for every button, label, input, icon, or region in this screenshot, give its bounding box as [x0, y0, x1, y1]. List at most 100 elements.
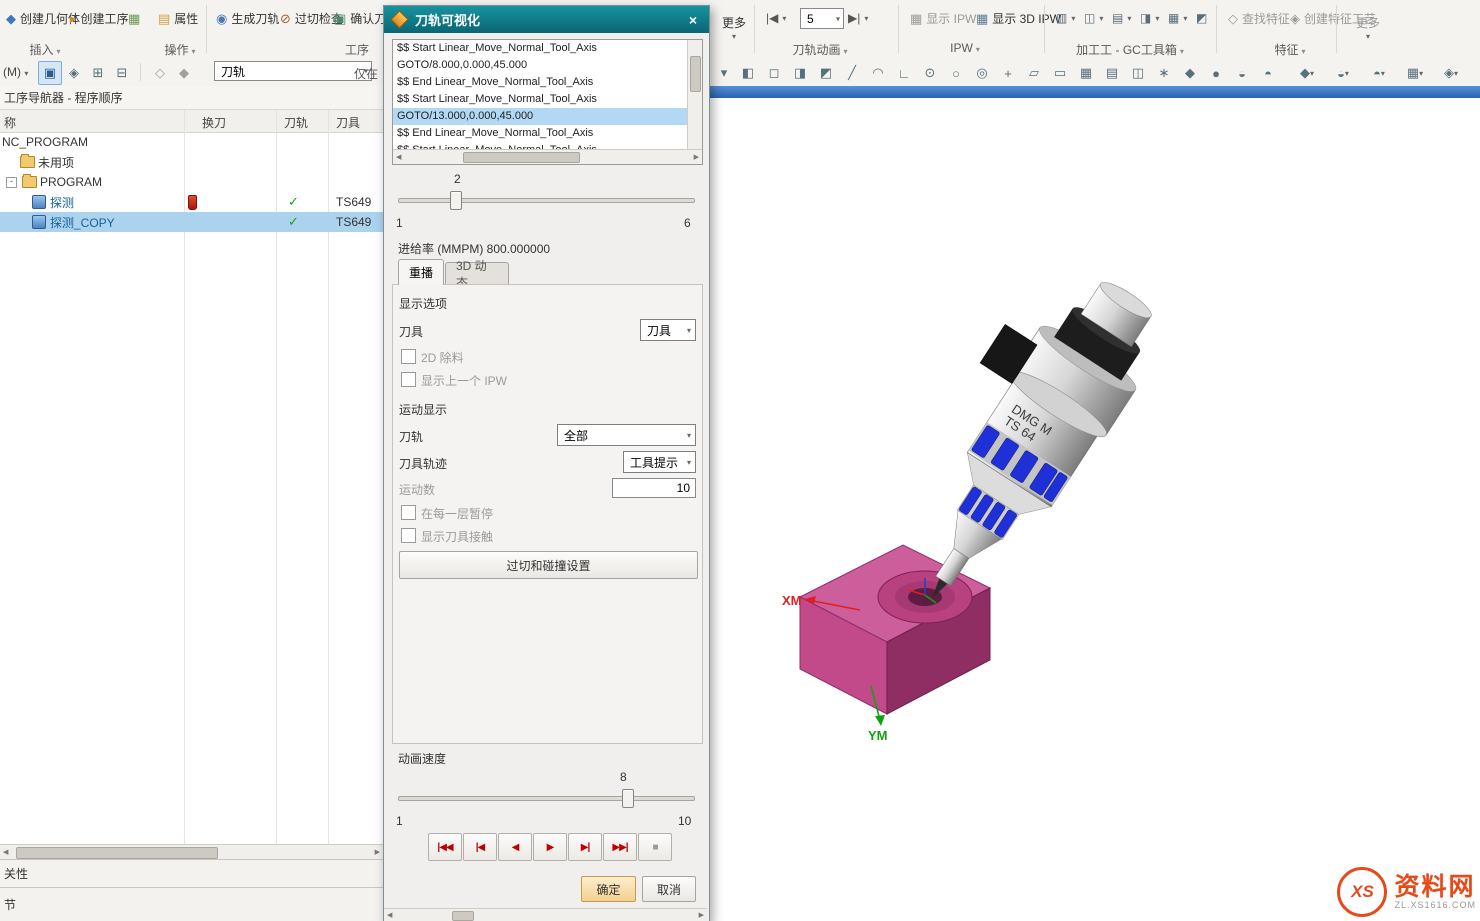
- scroll-left-icon[interactable]: ◀: [3, 848, 8, 856]
- gcode-line[interactable]: $$ End Linear_Move_Normal_Tool_Axis: [393, 125, 702, 142]
- expander-icon[interactable]: -: [6, 177, 17, 188]
- tab-replay[interactable]: 重播: [398, 259, 444, 285]
- ipw-group-label[interactable]: IPW▾: [930, 41, 1000, 55]
- column-toolpath[interactable]: 刀轨: [284, 114, 308, 131]
- profile-tool-icon[interactable]: ▱: [1022, 61, 1046, 85]
- scroll-right-icon[interactable]: ▶: [375, 848, 380, 856]
- view-options-caret-icon[interactable]: ▾: [712, 61, 736, 85]
- operations-group-label[interactable]: 工序: [322, 41, 392, 58]
- snap-center-icon[interactable]: ◎: [970, 61, 994, 85]
- generate-toolpath-button[interactable]: ◉生成刀轨: [212, 5, 283, 31]
- properties-button[interactable]: ▤属性: [154, 5, 202, 31]
- face-analysis-view-icon[interactable]: ◩: [814, 61, 838, 85]
- menu-button[interactable]: (M) ▾: [3, 65, 28, 79]
- navigator-hscrollbar[interactable]: ◀ ▶: [0, 844, 383, 860]
- shaded-edges-view-icon[interactable]: ◨: [788, 61, 812, 85]
- operation-group-label[interactable]: 操作▾: [145, 41, 215, 58]
- arc-tool-icon[interactable]: ◠: [866, 61, 890, 85]
- quick-pick-icon[interactable]: +: [996, 61, 1020, 85]
- gc-toolbox-button-4[interactable]: ◨▾: [1136, 5, 1163, 31]
- tree-row-probe[interactable]: 探测 ✓ TS649: [0, 192, 383, 212]
- pause-each-level-checkbox[interactable]: [401, 505, 416, 520]
- column-tool-change[interactable]: 换刀: [202, 114, 226, 131]
- collision-settings-button[interactable]: 过切和碰撞设置: [399, 551, 698, 579]
- scroll-right-icon[interactable]: ▶: [699, 911, 704, 919]
- collapse-tree-icon[interactable]: ⊟: [110, 61, 134, 85]
- polyline-tool-icon[interactable]: ∟: [892, 61, 916, 85]
- machining-3d-scene[interactable]: DMG M TS 64 XM YM: [708, 98, 1480, 921]
- details-pane[interactable]: 节: [0, 887, 383, 921]
- step-forward-button[interactable]: ▶|: [568, 833, 602, 861]
- gallery-button[interactable]: ▦: [124, 5, 144, 31]
- gcode-line[interactable]: GOTO/8.000,0.000,45.000: [393, 57, 702, 74]
- tab-3d-dynamic[interactable]: 3D 动态: [445, 262, 509, 285]
- column-name[interactable]: 称: [4, 114, 16, 131]
- gc-toolbox-button-2[interactable]: ◫▾: [1080, 5, 1107, 31]
- shading-dropdown-icon[interactable]: ◒▾: [1326, 61, 1360, 85]
- find-feature-button[interactable]: ◇查找特征: [1224, 5, 1294, 31]
- gc-toolbox-button-6[interactable]: ◩: [1192, 5, 1211, 31]
- expand-tree-icon[interactable]: ⊞: [86, 61, 110, 85]
- gcode-line[interactable]: $$ Start Linear_Move_Normal_Tool_Axis: [393, 91, 702, 108]
- preferences-dropdown-icon[interactable]: ◈▾: [1434, 61, 1468, 85]
- scrollbar-thumb[interactable]: [16, 847, 218, 859]
- stop-button[interactable]: ■: [638, 833, 672, 861]
- step-back-button[interactable]: |◀: [463, 833, 497, 861]
- gc-toolbox-group-label[interactable]: 加工工 - GC工具箱▾: [1050, 41, 1210, 58]
- toolpath-display-dropdown[interactable]: 全部▾: [557, 424, 696, 446]
- anim-step-back-button[interactable]: |◀▾: [762, 5, 790, 31]
- scrollbar-thumb[interactable]: [690, 56, 701, 92]
- dialog-titlebar[interactable]: 刀轨可视化 ×: [384, 6, 709, 33]
- dialog-hscrollbar[interactable]: ◀ ▶: [384, 908, 707, 921]
- dependencies-pane[interactable]: 关性: [0, 859, 383, 887]
- insert-group-label[interactable]: 插入▾: [10, 41, 80, 58]
- tool-display-dropdown[interactable]: 刀具▾: [640, 319, 696, 341]
- show-ipw-button[interactable]: ▦显示 IPW: [906, 5, 980, 31]
- more-left-button[interactable]: 更多▾: [712, 4, 756, 50]
- window-split-icon[interactable]: ◫: [1126, 61, 1150, 85]
- measure-icon[interactable]: ▭: [1048, 61, 1072, 85]
- view-cube-dropdown-icon[interactable]: ◆▾: [1290, 61, 1324, 85]
- gc-toolbox-button-3[interactable]: ▤▾: [1108, 5, 1135, 31]
- column-tool[interactable]: 刀具: [336, 114, 360, 131]
- point-tool-icon[interactable]: ⊙: [918, 61, 942, 85]
- circle-tool-icon[interactable]: ○: [944, 61, 968, 85]
- close-icon[interactable]: ×: [683, 11, 703, 29]
- gcode-line[interactable]: $$ End Linear_Move_Normal_Tool_Axis: [393, 74, 702, 91]
- render-style-icon[interactable]: ◒: [1230, 61, 1254, 85]
- toolpath-animation-group-label[interactable]: 刀轨动画▾: [770, 41, 870, 58]
- removal-2d-checkbox[interactable]: [401, 349, 416, 364]
- line-tool-icon[interactable]: ╱: [840, 61, 864, 85]
- snap-toggle-icon[interactable]: ◈: [62, 61, 86, 85]
- layout-dropdown-icon[interactable]: ▦▾: [1398, 61, 1432, 85]
- axis-icon[interactable]: ∗: [1152, 61, 1176, 85]
- toolpath-filter-combobox[interactable]: 刀轨▾: [214, 61, 372, 81]
- material-icon[interactable]: ◓: [1256, 61, 1280, 85]
- workpiece-block[interactable]: [800, 545, 990, 714]
- speed-slider-thumb[interactable]: [622, 789, 634, 808]
- feature-group-label[interactable]: 特征▾: [1255, 41, 1325, 58]
- tree-row-program[interactable]: - PROGRAM: [0, 172, 383, 192]
- scrollbar-thumb[interactable]: [452, 911, 474, 921]
- scroll-right-icon[interactable]: ▶: [694, 153, 699, 161]
- create-operation-button[interactable]: ▸创建工序: [66, 5, 133, 31]
- cancel-button[interactable]: 取消: [642, 876, 696, 902]
- motion-count-input[interactable]: [612, 478, 696, 498]
- gcode-vscrollbar[interactable]: [687, 40, 702, 150]
- tree-row-probe-copy[interactable]: 探测_COPY ✓ TS649: [0, 212, 383, 232]
- layer-icon[interactable]: ▤: [1100, 61, 1124, 85]
- gcode-line-selected[interactable]: GOTO/13.000,0.000,45.000: [393, 108, 702, 125]
- play-backward-button[interactable]: ◀: [498, 833, 532, 861]
- line-slider-track[interactable]: [398, 198, 695, 203]
- trajectory-dropdown[interactable]: 工具提示▾: [623, 451, 696, 473]
- gc-toolbox-button-5[interactable]: ▦▾: [1164, 5, 1191, 31]
- anim-step-forward-button[interactable]: ▶|▾: [844, 5, 872, 31]
- gcode-hscrollbar[interactable]: ◀ ▶: [393, 149, 702, 164]
- gcode-line[interactable]: $$ Start Linear_Move_Normal_Tool_Axis: [393, 40, 702, 57]
- ok-button[interactable]: 确定: [581, 876, 636, 902]
- show-tool-contact-checkbox[interactable]: [401, 528, 416, 543]
- line-slider-thumb[interactable]: [450, 191, 462, 210]
- gc-toolbox-button-1[interactable]: ▥▾: [1052, 5, 1079, 31]
- gcode-listbox[interactable]: $$ Start Linear_Move_Normal_Tool_Axis GO…: [392, 39, 703, 165]
- go-to-start-button[interactable]: |◀◀: [428, 833, 462, 861]
